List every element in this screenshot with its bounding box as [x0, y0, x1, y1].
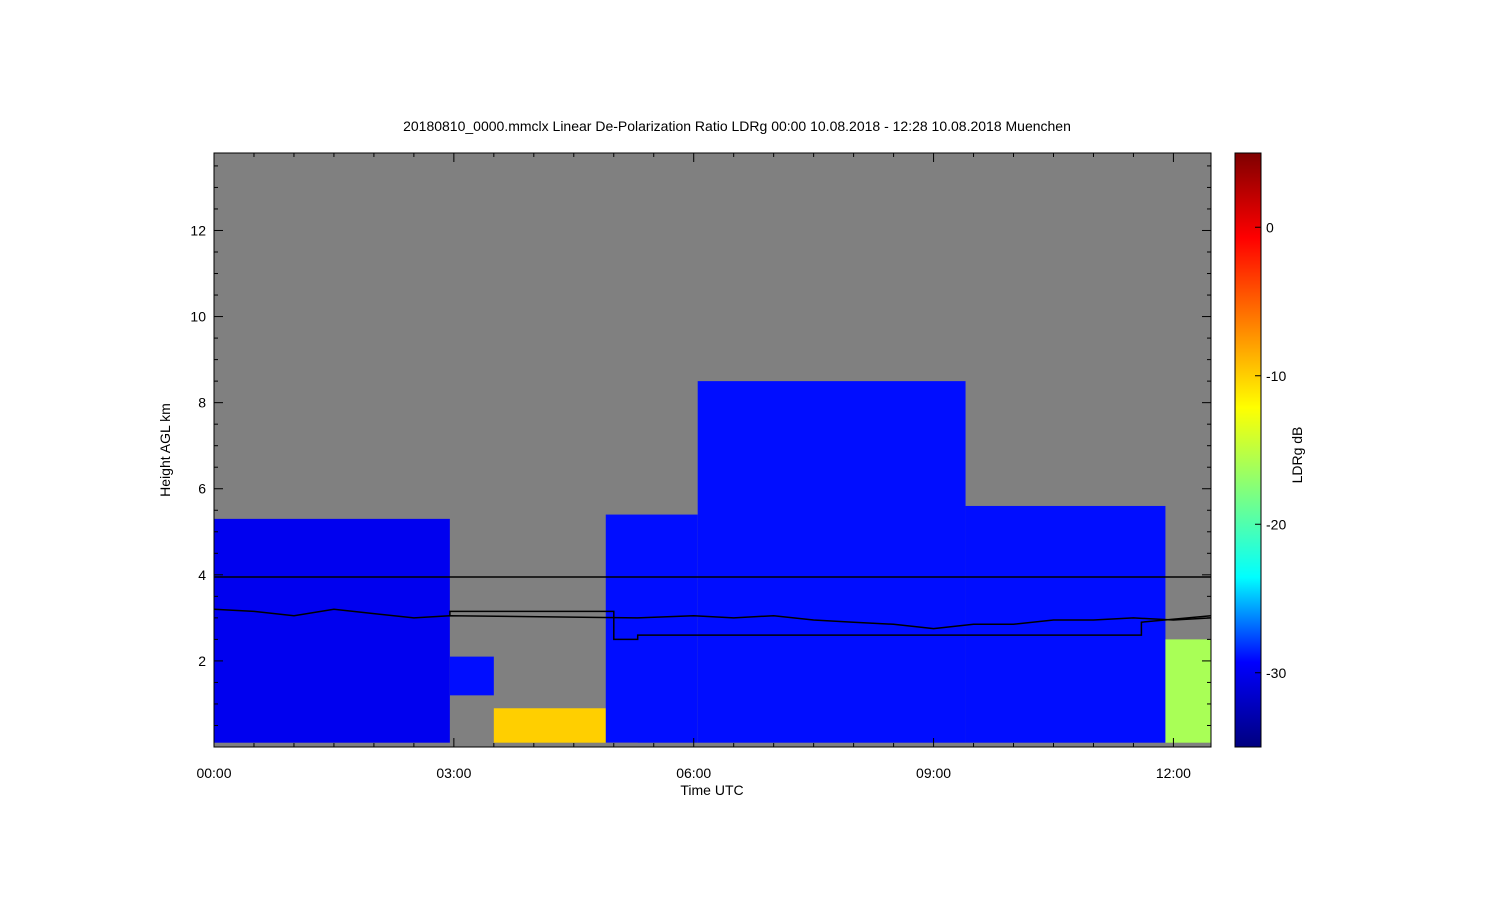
echo-region — [697, 381, 966, 743]
colorbar-tick-label: -20 — [1266, 516, 1286, 532]
ldr-heatmap-chart: 20180810_0000.mmclx Linear De-Polarizati… — [157, 118, 1305, 798]
x-axis-label: Time UTC — [680, 782, 743, 798]
colorbar-tick-label: -10 — [1266, 368, 1286, 384]
colorbar-label: LDRg dB — [1289, 427, 1305, 484]
x-tick-label: 00:00 — [196, 765, 231, 781]
chart-title: 20180810_0000.mmclx Linear De-Polarizati… — [403, 118, 1071, 134]
chart-root: 20180810_0000.mmclx Linear De-Polarizati… — [0, 0, 1500, 900]
x-tick-label: 12:00 — [1156, 765, 1191, 781]
colorbar-tick-label: -30 — [1266, 665, 1286, 681]
echo-region — [214, 518, 450, 743]
y-axis-label: Height AGL km — [157, 403, 173, 497]
y-tick-label: 4 — [198, 567, 206, 583]
y-tick-label: 12 — [190, 222, 206, 238]
colorbar-tick-label: 0 — [1266, 219, 1274, 235]
echo-region — [1165, 639, 1211, 743]
y-tick-label: 8 — [198, 395, 206, 411]
echo-region — [449, 656, 494, 696]
colorbar — [1234, 152, 1262, 748]
x-tick-label: 06:00 — [676, 765, 711, 781]
x-tick-label: 09:00 — [916, 765, 951, 781]
y-tick-label: 2 — [198, 653, 206, 669]
x-tick-label: 03:00 — [436, 765, 471, 781]
echo-region — [605, 514, 698, 743]
y-tick-label: 10 — [190, 309, 206, 325]
y-tick-label: 6 — [198, 481, 206, 497]
